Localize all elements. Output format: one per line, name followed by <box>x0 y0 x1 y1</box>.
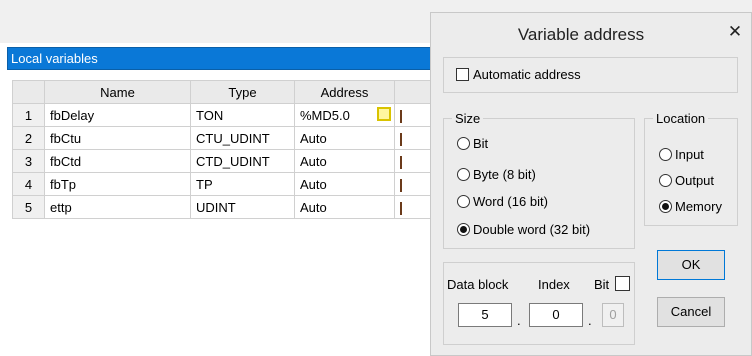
radio-bit[interactable] <box>457 137 470 150</box>
index-input[interactable]: 0 <box>529 303 583 327</box>
local-variables-panel-title: Local variables <box>7 47 433 70</box>
location-group: Location Input Output Memory <box>644 111 738 226</box>
radio-memory[interactable] <box>659 200 672 213</box>
row-number: 1 <box>12 103 45 127</box>
variable-name-cell[interactable]: fbDelay <box>44 103 191 127</box>
table-row[interactable]: 3 fbCtd CTD_UDINT Auto <box>12 149 431 173</box>
location-option-memory-label: Memory <box>675 199 722 214</box>
data-block-input[interactable]: 5 <box>458 303 512 327</box>
location-option-output[interactable]: Output <box>659 173 714 188</box>
row-number: 4 <box>12 172 45 196</box>
extra-cell[interactable] <box>394 103 431 127</box>
dialog-title: Variable address <box>517 25 645 44</box>
table-header-row: Name Type Address <box>12 80 431 104</box>
size-option-word-label: Word (16 bit) <box>473 194 548 209</box>
automatic-address-checkbox[interactable] <box>456 68 469 81</box>
bit-checkbox[interactable] <box>615 276 630 291</box>
variable-type-cell[interactable]: TP <box>190 172 295 196</box>
row-number: 5 <box>12 195 45 219</box>
size-option-double-word[interactable]: Double word (32 bit) <box>457 222 590 237</box>
cell-marker <box>400 155 402 169</box>
ok-button[interactable]: OK <box>657 250 725 280</box>
variable-type-cell[interactable]: CTU_UDINT <box>190 126 295 150</box>
column-header-extra <box>394 80 431 104</box>
radio-word[interactable] <box>457 195 470 208</box>
column-header-address[interactable]: Address <box>294 80 395 104</box>
size-option-byte-label: Byte (8 bit) <box>473 167 536 182</box>
automatic-address-label: Automatic address <box>473 67 581 82</box>
table-row[interactable]: 4 fbTp TP Auto <box>12 172 431 196</box>
size-option-double-word-label: Double word (32 bit) <box>473 222 591 237</box>
radio-output[interactable] <box>659 174 672 187</box>
variables-table: Name Type Address 1 fbDelay TON %MD5.0 2… <box>12 80 431 219</box>
variable-type-cell[interactable]: CTD_UDINT <box>190 149 295 173</box>
variable-name-cell[interactable]: fbCtd <box>44 149 191 173</box>
address-value: %MD5.0 <box>300 107 350 123</box>
variable-address-cell[interactable]: Auto <box>294 195 395 219</box>
location-group-label: Location <box>653 111 709 126</box>
size-group: Size Bit Byte (8 bit) Word (16 bit) Doub… <box>443 111 635 249</box>
row-number: 2 <box>12 126 45 150</box>
automatic-address-group: Automatic address <box>443 57 738 93</box>
size-option-byte[interactable]: Byte (8 bit) <box>457 167 536 182</box>
bit-label: Bit <box>594 277 610 292</box>
variable-name-cell[interactable]: fbCtu <box>44 126 191 150</box>
variable-address-cell[interactable]: Auto <box>294 149 395 173</box>
extra-cell[interactable] <box>394 149 431 173</box>
size-option-bit-label: Bit <box>473 136 489 151</box>
size-option-word[interactable]: Word (16 bit) <box>457 194 548 209</box>
variable-address-cell[interactable]: Auto <box>294 126 395 150</box>
variable-address-cell[interactable]: %MD5.0 <box>294 103 395 127</box>
extra-cell[interactable] <box>394 195 431 219</box>
row-number: 3 <box>12 149 45 173</box>
separator-dot: . <box>517 313 521 328</box>
cancel-button[interactable]: Cancel <box>657 297 725 327</box>
radio-double-word[interactable] <box>457 223 470 236</box>
table-row[interactable]: 5 ettp UDINT Auto <box>12 195 431 219</box>
size-group-label: Size <box>452 111 484 126</box>
location-option-input[interactable]: Input <box>659 147 704 162</box>
close-icon[interactable]: ✕ <box>725 22 745 42</box>
cell-marker <box>400 109 402 123</box>
location-option-input-label: Input <box>675 147 704 162</box>
address-components-group: Data block Index Bit 5 . 0 . 0 <box>443 262 635 345</box>
variable-name-cell[interactable]: ettp <box>44 195 191 219</box>
extra-cell[interactable] <box>394 126 431 150</box>
variable-name-cell[interactable]: fbTp <box>44 172 191 196</box>
index-label: Index <box>538 277 570 292</box>
variable-type-cell[interactable]: UDINT <box>190 195 295 219</box>
location-option-memory[interactable]: Memory <box>659 199 722 214</box>
location-option-output-label: Output <box>675 173 715 188</box>
column-header-type[interactable]: Type <box>190 80 295 104</box>
address-browse-button[interactable] <box>377 107 391 121</box>
row-number-header <box>12 80 45 104</box>
variable-address-cell[interactable]: Auto <box>294 172 395 196</box>
size-option-bit[interactable]: Bit <box>457 136 488 151</box>
table-row[interactable]: 2 fbCtu CTU_UDINT Auto <box>12 126 431 150</box>
separator-dot: . <box>588 313 592 328</box>
extra-cell[interactable] <box>394 172 431 196</box>
automatic-address-checkbox-row[interactable]: Automatic address <box>456 67 581 82</box>
cell-marker <box>400 201 402 215</box>
bit-input: 0 <box>602 303 624 327</box>
variable-type-cell[interactable]: TON <box>190 103 295 127</box>
data-block-label: Data block <box>447 277 509 292</box>
column-header-name[interactable]: Name <box>44 80 191 104</box>
radio-byte[interactable] <box>457 168 470 181</box>
cell-marker <box>400 132 402 146</box>
variable-address-dialog: Variable address ✕ Automatic address Siz… <box>430 12 752 356</box>
cell-marker <box>400 178 402 192</box>
radio-input[interactable] <box>659 148 672 161</box>
table-row[interactable]: 1 fbDelay TON %MD5.0 <box>12 103 431 127</box>
